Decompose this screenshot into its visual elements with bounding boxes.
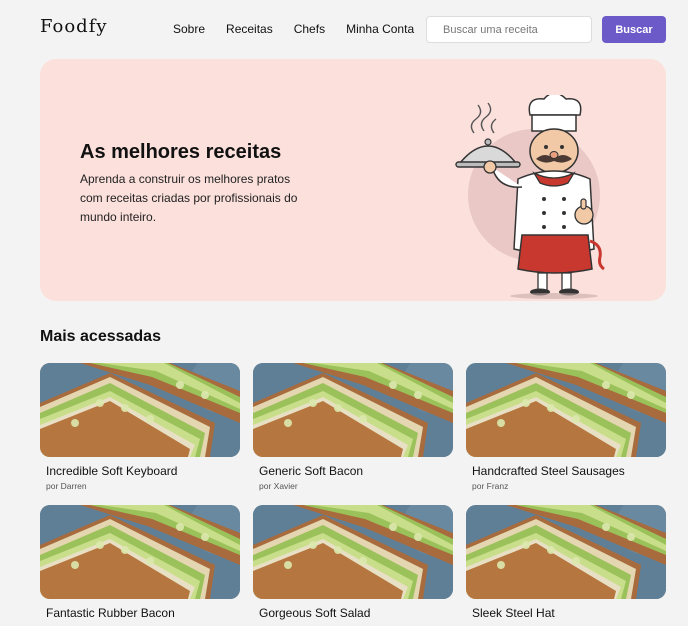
recipe-title[interactable]: Fantastic Rubber Bacon — [46, 606, 240, 620]
recipe-title[interactable]: Incredible Soft Keyboard — [46, 464, 240, 478]
chef-illustration — [455, 95, 605, 299]
recipe-author: por Franz — [472, 481, 509, 491]
nav-link-chefs[interactable]: Chefs — [294, 22, 325, 36]
search-button[interactable]: Buscar — [602, 16, 666, 43]
recipe-title[interactable]: Gorgeous Soft Salad — [259, 606, 453, 620]
recipe-image[interactable] — [253, 363, 453, 457]
section-title: Mais acessadas — [40, 328, 161, 345]
hero-title: As melhores receitas — [80, 141, 282, 163]
recipe-image[interactable] — [466, 505, 666, 599]
hero-text: Aprenda a construir os melhores pratos c… — [80, 172, 298, 224]
recipe-card[interactable]: Incredible Soft Keyboard por Darren — [40, 363, 240, 491]
recipe-title[interactable]: Generic Soft Bacon — [259, 464, 453, 478]
recipe-image[interactable] — [253, 505, 453, 599]
recipe-card[interactable]: Gorgeous Soft Salad — [253, 505, 453, 623]
recipe-card[interactable]: Handcrafted Steel Sausages por Franz — [466, 363, 666, 491]
recipe-title[interactable]: Sleek Steel Hat — [472, 606, 666, 620]
nav-link-sobre[interactable]: Sobre — [173, 22, 205, 36]
recipe-card[interactable]: Sleek Steel Hat — [466, 505, 666, 623]
recipe-card[interactable]: Fantastic Rubber Bacon — [40, 505, 240, 623]
nav-link-minha-conta[interactable]: Minha Conta — [346, 22, 414, 36]
recipe-image[interactable] — [40, 363, 240, 457]
recipe-card[interactable]: Generic Soft Bacon por Xavier — [253, 363, 453, 491]
recipe-title[interactable]: Handcrafted Steel Sausages — [472, 464, 666, 478]
recipe-author: por Darren — [46, 481, 87, 491]
search-input[interactable] — [426, 16, 592, 43]
logo[interactable]: Foodfy — [40, 16, 108, 37]
recipe-image[interactable] — [466, 363, 666, 457]
recipe-author: por Xavier — [259, 481, 298, 491]
nav-link-receitas[interactable]: Receitas — [226, 22, 273, 36]
hero-banner: As melhores receitas Aprenda a construir… — [40, 59, 666, 301]
main-nav: Sobre Receitas Chefs Minha Conta — [173, 22, 435, 36]
recipe-image[interactable] — [40, 505, 240, 599]
